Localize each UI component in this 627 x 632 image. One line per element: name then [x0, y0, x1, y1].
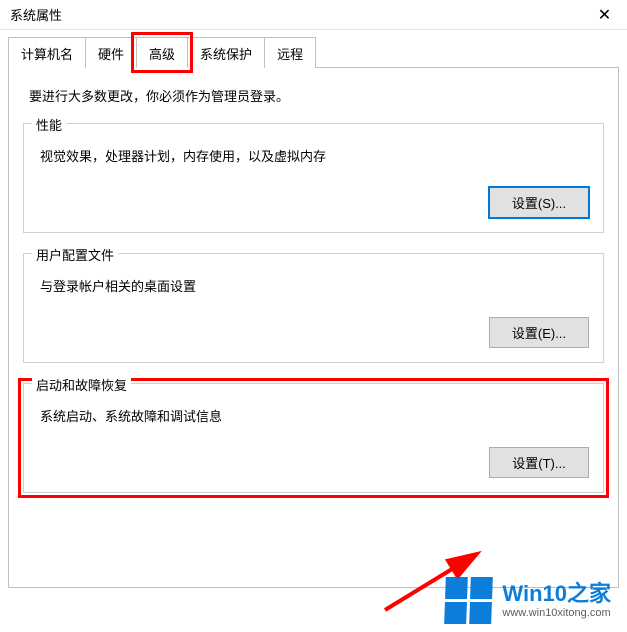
tab-hardware[interactable]: 硬件 [85, 37, 137, 68]
group-user-profile-title: 用户配置文件 [32, 245, 118, 264]
group-startup-recovery: 启动和故障恢复 系统启动、系统故障和调试信息 设置(T)... [23, 383, 604, 493]
group-performance: 性能 视觉效果，处理器计划，内存使用，以及虚拟内存 设置(S)... [23, 123, 604, 233]
title-bar: 系统属性 ✕ [0, 0, 627, 30]
close-icon: ✕ [598, 5, 611, 25]
group-startup-recovery-desc: 系统启动、系统故障和调试信息 [40, 406, 589, 425]
group-performance-desc: 视觉效果，处理器计划，内存使用，以及虚拟内存 [40, 146, 589, 165]
group-performance-title: 性能 [32, 115, 66, 134]
window-title: 系统属性 [10, 5, 62, 24]
group-user-profile-desc: 与登录帐户相关的桌面设置 [40, 276, 589, 295]
performance-settings-button[interactable]: 设置(S)... [489, 187, 589, 218]
user-profile-settings-button[interactable]: 设置(E)... [489, 317, 589, 348]
tab-system-protection[interactable]: 系统保护 [187, 37, 265, 68]
watermark-sub: www.win10xitong.com [502, 607, 611, 619]
watermark-text: Win10之家 www.win10xitong.com [502, 582, 611, 618]
close-button[interactable]: ✕ [582, 0, 627, 30]
windows-logo-icon [445, 577, 494, 624]
watermark: Win10之家 www.win10xitong.com [445, 577, 611, 624]
group-user-profile: 用户配置文件 与登录帐户相关的桌面设置 设置(E)... [23, 253, 604, 363]
tab-remote[interactable]: 远程 [264, 37, 316, 68]
group-startup-recovery-title: 启动和故障恢复 [32, 375, 131, 394]
tab-advanced[interactable]: 高级 [136, 37, 188, 68]
admin-notice: 要进行大多数更改，你必须作为管理员登录。 [29, 86, 604, 105]
dialog-content: 计算机名 硬件 高级 系统保护 远程 要进行大多数更改，你必须作为管理员登录。 … [0, 30, 627, 588]
tab-panel-advanced: 要进行大多数更改，你必须作为管理员登录。 性能 视觉效果，处理器计划，内存使用，… [8, 68, 619, 588]
tab-strip: 计算机名 硬件 高级 系统保护 远程 [8, 36, 619, 68]
startup-recovery-settings-button[interactable]: 设置(T)... [489, 447, 589, 478]
tab-computer-name[interactable]: 计算机名 [8, 37, 86, 68]
watermark-main: Win10之家 [502, 582, 611, 606]
